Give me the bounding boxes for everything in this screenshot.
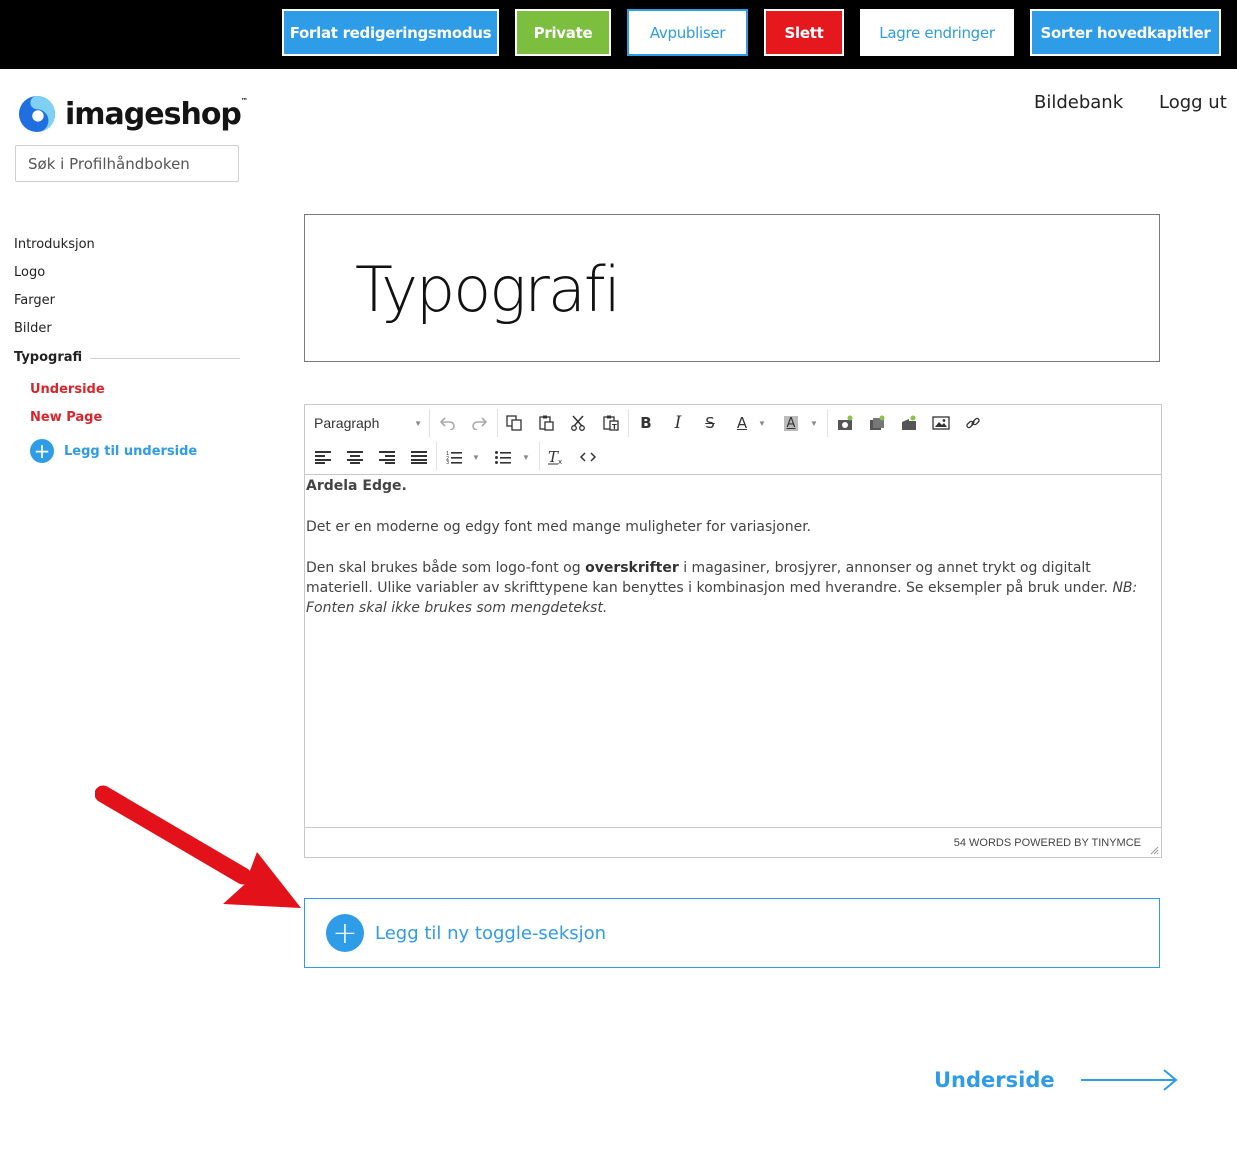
format-select-value: Paragraph: [314, 415, 380, 431]
align-left-icon[interactable]: [312, 446, 334, 468]
next-page-label: Underside: [934, 1068, 1055, 1092]
toolbar-separator: [628, 409, 629, 437]
resize-handle-icon[interactable]: [1149, 845, 1159, 855]
admin-toolbar: Forlat redigeringsmodus Private Avpublis…: [0, 0, 1237, 69]
sidebar-item-bilder[interactable]: Bilder: [14, 321, 52, 336]
imageshop-logo-icon: [18, 95, 56, 133]
format-select[interactable]: Paragraph ▼: [314, 412, 422, 434]
svg-text:x: x: [558, 458, 562, 465]
svg-text:T: T: [612, 423, 617, 431]
content-paragraph: Det er en moderne og edgy font med mange…: [306, 519, 812, 535]
search-input[interactable]: [15, 145, 239, 182]
editor-statusbar: 54 WORDS POWERED BY TINYMCE: [305, 827, 1161, 857]
toolbar-separator: [827, 409, 828, 437]
undo-icon[interactable]: [437, 412, 459, 434]
insert-image-icon[interactable]: [834, 412, 856, 434]
toolbar-separator: [436, 442, 437, 470]
source-code-icon[interactable]: [577, 446, 599, 468]
insert-media-icon[interactable]: [898, 412, 920, 434]
chevron-down-icon[interactable]: ▼: [521, 446, 531, 468]
sidebar-item-introduksjon[interactable]: Introduksjon: [14, 237, 95, 252]
active-item-divider: [90, 358, 240, 359]
editor-toolbar: Paragraph ▼ T B I S A ▼ A ▼ 1 2 3 ▼ ▼ T …: [305, 405, 1161, 475]
add-subpage-button[interactable]: + Legg til underside: [30, 439, 197, 463]
add-toggle-section-label: Legg til ny toggle-seksjon: [375, 922, 607, 944]
brand-name: imageshop™: [65, 96, 248, 132]
editor-content[interactable]: Ardela Edge. Det er en moderne og edgy f…: [305, 476, 1161, 828]
copy-icon[interactable]: [503, 412, 525, 434]
chevron-down-icon: ▼: [414, 418, 422, 428]
rich-text-editor: Paragraph ▼ T B I S A ▼ A ▼ 1 2 3 ▼ ▼ T …: [304, 404, 1162, 858]
chevron-down-icon[interactable]: ▼: [471, 446, 481, 468]
red-arrow-annotation-icon: [95, 785, 301, 908]
nav-image-bank-link[interactable]: Bildebank: [1034, 92, 1123, 113]
redo-icon[interactable]: [468, 412, 490, 434]
sidebar-subitem-underside[interactable]: Underside: [30, 382, 105, 397]
align-right-icon[interactable]: [376, 446, 398, 468]
chevron-down-icon[interactable]: ▼: [809, 412, 819, 434]
add-toggle-section-button[interactable]: + Legg til ny toggle-seksjon: [304, 898, 1160, 968]
chevron-down-icon[interactable]: ▼: [757, 412, 767, 434]
content-heading: Ardela Edge.: [306, 478, 407, 494]
plus-icon: +: [326, 914, 364, 952]
save-changes-button[interactable]: Lagre endringer: [860, 9, 1014, 56]
sidebar-item-logo[interactable]: Logo: [14, 265, 45, 280]
toolbar-separator: [429, 409, 430, 437]
plus-icon: +: [30, 439, 54, 463]
arrow-right-icon: [1080, 1069, 1178, 1091]
sidebar-item-typografi[interactable]: Typografi: [14, 350, 82, 365]
text-color-icon[interactable]: A: [731, 412, 753, 434]
sort-chapters-button[interactable]: Sorter hovedkapitler: [1030, 9, 1221, 56]
bold-icon[interactable]: B: [635, 412, 657, 434]
content-paragraph: Den skal brukes både som logo-font og ov…: [306, 560, 1138, 616]
background-color-icon[interactable]: A: [780, 412, 802, 434]
insert-gallery-icon[interactable]: [866, 412, 888, 434]
exit-edit-mode-button[interactable]: Forlat redigeringsmodus: [282, 9, 499, 56]
unpublish-button[interactable]: Avpubliser: [627, 9, 748, 56]
nav-logout-link[interactable]: Logg ut: [1159, 92, 1227, 113]
add-subpage-label: Legg til underside: [64, 443, 198, 459]
sidebar-subitem-new-page[interactable]: New Page: [30, 410, 102, 425]
svg-text:3: 3: [446, 460, 449, 464]
clear-formatting-icon[interactable]: Tx: [545, 446, 567, 468]
toolbar-separator: [497, 409, 498, 437]
sidebar-item-farger[interactable]: Farger: [14, 293, 55, 308]
italic-icon[interactable]: I: [667, 412, 689, 434]
private-button[interactable]: Private: [515, 9, 611, 56]
link-icon[interactable]: [962, 412, 984, 434]
page-title-field[interactable]: Typografi: [304, 214, 1160, 362]
paste-icon[interactable]: [535, 412, 557, 434]
align-center-icon[interactable]: [344, 446, 366, 468]
toolbar-separator: [539, 442, 540, 470]
word-count: 54 WORDS POWERED BY TINYMCE: [953, 836, 1141, 849]
paste-text-icon[interactable]: T: [600, 412, 622, 434]
numbered-list-icon[interactable]: 123: [443, 446, 465, 468]
delete-button[interactable]: Slett: [764, 9, 844, 56]
strikethrough-icon[interactable]: S: [699, 412, 721, 434]
align-justify-icon[interactable]: [408, 446, 430, 468]
next-page-link[interactable]: Underside: [934, 1068, 1178, 1092]
cut-icon[interactable]: [567, 412, 589, 434]
image-icon[interactable]: [930, 412, 952, 434]
page-title: Typografi: [355, 253, 621, 326]
bullet-list-icon[interactable]: [492, 446, 514, 468]
brand-logo[interactable]: imageshop™: [18, 95, 248, 133]
